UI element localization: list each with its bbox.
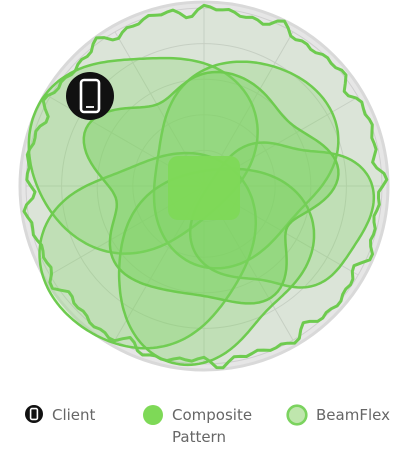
legend-item-composite: Composite Pattern [142,404,252,448]
outlined-circle-icon [286,404,308,426]
filled-circle-icon [143,405,163,425]
legend-label-beamflex: BeamFlex [316,406,390,424]
legend: Client Composite Pattern BeamFlex [0,398,407,450]
client-device-marker[interactable] [66,72,114,120]
legend-item-beamflex: BeamFlex [286,404,390,426]
antenna-pattern-diagram [18,0,390,372]
legend-item-client: Client [24,404,95,426]
access-point-marker [168,156,240,220]
smartphone-icon [25,405,43,423]
legend-label-composite: Composite Pattern [172,406,253,446]
legend-label-client: Client [52,406,96,424]
